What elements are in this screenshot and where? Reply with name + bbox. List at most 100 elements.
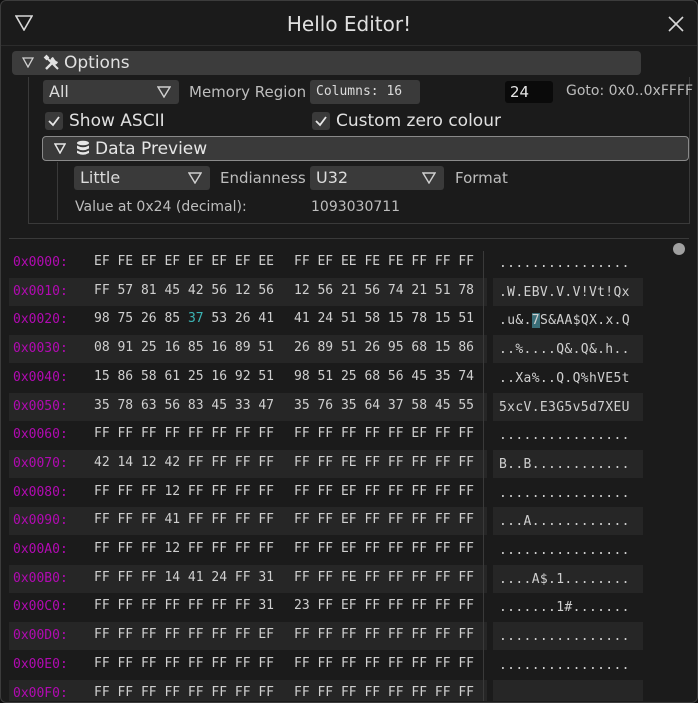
scrollbar[interactable] (669, 243, 689, 701)
chevron-down-icon (188, 172, 202, 184)
row-address: 0x0040: (13, 369, 68, 385)
row-address: 0x0050: (13, 398, 68, 414)
hex-row[interactable]: 0x0090: FF FF FF 41 FF FF FF FF FF FF EF F… (9, 507, 689, 536)
hex-bytes-right[interactable]: FF EF EE FE FE FF FF FF (294, 254, 474, 269)
ascii-text[interactable]: .W.EBV.V.V!Vt!Qx (499, 285, 630, 300)
custom-zero-colour-label[interactable]: Custom zero colour (336, 111, 501, 131)
hex-bytes-left[interactable]: 42 14 12 42 FF FF FF FF (94, 455, 274, 470)
row-address: 0x0000: (13, 255, 68, 270)
data-preview-header[interactable]: Data Preview (42, 136, 689, 161)
hex-bytes-left[interactable]: FF FF FF 12 FF FF FF FF (94, 484, 274, 499)
ascii-text[interactable]: B..B............ (499, 457, 630, 472)
row-address: 0x00F0: (13, 685, 68, 701)
ascii-text[interactable]: ....A$.1........ (499, 572, 630, 587)
columns-button[interactable]: Columns: 16 (310, 80, 420, 104)
hex-bytes-left[interactable]: FF FF FF FF FF FF FF FF (94, 656, 274, 671)
hex-bytes-left[interactable]: 15 86 58 61 25 16 92 51 (94, 369, 274, 384)
hex-row[interactable]: 0x00B0: FF FF FF 14 41 24 FF 31 FF FF FE F… (9, 564, 689, 593)
title-bar[interactable]: Hello Editor! (1, 1, 697, 46)
hex-row[interactable]: 0x0030: 08 91 25 16 85 16 89 51 26 89 51 2… (9, 335, 689, 364)
hex-row[interactable]: 0x00F0: FF FF FF FF FF FF FF FF FF FF FF F… (9, 679, 689, 701)
hex-bytes-left[interactable]: FF FF FF FF FF FF FF FF (94, 685, 274, 700)
ascii-text[interactable]: ...A............ (499, 514, 630, 529)
database-icon (77, 140, 89, 155)
hex-row[interactable]: 0x0010: FF 57 81 45 42 56 12 56 12 56 21 5… (9, 277, 689, 306)
expanded-arrow-icon (54, 143, 66, 154)
ascii-text[interactable]: ................ (499, 629, 630, 644)
selected-ascii-char[interactable]: 7 (531, 313, 540, 329)
ascii-text[interactable]: ................ (499, 256, 630, 271)
ascii-text[interactable]: .u&.7S&AA$QX.x.Q (499, 313, 630, 329)
hex-bytes-left[interactable]: FF FF FF 14 41 24 FF 31 (94, 570, 274, 585)
row-address: 0x00B0: (13, 570, 68, 586)
hex-bytes-left[interactable]: 35 78 63 56 83 45 33 47 (94, 398, 274, 413)
row-address: 0x00D0: (13, 628, 68, 644)
ascii-text[interactable]: 5xcV.E3G5v5d7XEU (499, 400, 630, 415)
hex-row[interactable]: 0x0000: EF FE EF EF EF EF EF EE FF EF EE F… (9, 249, 689, 277)
hex-row[interactable]: 0x0060: FF FF FF FF FF FF FF FF FF FF FF F… (9, 421, 689, 449)
options-label: Options (64, 53, 130, 73)
hex-bytes-right[interactable]: FF FF FF FF FF EF FF FF (294, 426, 474, 441)
hex-bytes-left[interactable]: FF FF FF 41 FF FF FF FF (94, 512, 274, 527)
goto-field[interactable]: 24 (505, 81, 553, 103)
format-value: U32 (316, 168, 349, 187)
row-address: 0x00E0: (13, 656, 68, 672)
row-address: 0x00A0: (13, 542, 68, 557)
row-stripe (493, 679, 643, 701)
hex-bytes-right[interactable]: 98 51 25 68 56 45 35 74 (294, 369, 474, 384)
hex-bytes-left[interactable]: FF FF FF FF FF FF FF EF (94, 627, 274, 642)
show-ascii-label[interactable]: Show ASCII (69, 111, 165, 131)
hex-bytes-right[interactable]: 26 89 51 26 95 68 15 86 (294, 340, 474, 355)
ascii-text[interactable]: ................ (499, 428, 630, 443)
hex-row[interactable]: 0x00C0: FF FF FF FF FF FF FF 31 23 FF EF F… (9, 593, 689, 621)
endianness-label: Endianness (220, 169, 306, 187)
show-ascii-checkbox[interactable] (45, 112, 63, 130)
endianness-select[interactable]: Little (74, 166, 210, 190)
selected-byte[interactable]: 37 (188, 311, 211, 326)
scrollbar-thumb[interactable] (673, 243, 685, 255)
hex-bytes-left[interactable]: EF FE EF EF EF EF EF EE (94, 254, 274, 269)
hex-bytes-right[interactable]: FF FF FF FF FF FF FF FF (294, 685, 474, 700)
hex-bytes-left[interactable]: FF 57 81 45 42 56 12 56 (94, 283, 274, 298)
hex-bytes-right[interactable]: 23 FF EF FF FF FF FF FF (294, 598, 474, 613)
hex-bytes-left[interactable]: FF FF FF FF FF FF FF FF (94, 426, 274, 441)
hex-row[interactable]: 0x00D0: FF FF FF FF FF FF FF EF FF FF FF F… (9, 622, 689, 651)
hex-bytes-left[interactable]: 98 75 26 85 37 53 26 41 (94, 311, 274, 326)
memory-region-select[interactable]: All (43, 80, 179, 104)
hex-bytes-right[interactable]: FF FF FE FF FF FF FF FF (294, 570, 474, 585)
hex-bytes-right[interactable]: FF FF EF FF FF FF FF FF (294, 484, 474, 499)
hex-row[interactable]: 0x0080: FF FF FF 12 FF FF FF FF FF FF EF F… (9, 479, 689, 507)
hex-bytes-right[interactable]: FF FF FF FF FF FF FF FF (294, 656, 474, 671)
hex-bytes-right[interactable]: FF FF EF FF FF FF FF FF (294, 541, 474, 556)
row-address: 0x0070: (13, 455, 68, 471)
ascii-text[interactable]: ..Xa%..Q.Q%hVE5t (499, 371, 630, 386)
hex-bytes-left[interactable]: FF FF FF FF FF FF FF 31 (94, 598, 274, 613)
format-select[interactable]: U32 (310, 166, 444, 190)
row-address: 0x0030: (13, 341, 68, 357)
hex-view[interactable]: 0x0000: EF FE EF EF EF EF EF EE FF EF EE F… (9, 241, 689, 701)
hex-bytes-right[interactable]: FF FF FE FF FF FF FF FF (294, 455, 474, 470)
hex-row[interactable]: 0x0040: 15 86 58 61 25 16 92 51 98 51 25 6… (9, 364, 689, 392)
hex-bytes-left[interactable]: FF FF FF 12 FF FF FF FF (94, 541, 274, 556)
close-icon[interactable] (667, 15, 685, 33)
hex-bytes-right[interactable]: FF FF FF FF FF FF FF FF (294, 627, 474, 642)
hex-row[interactable]: 0x00A0: FF FF FF 12 FF FF FF FF FF FF EF F… (9, 536, 689, 564)
options-header[interactable]: Options (12, 51, 641, 75)
hex-bytes-right[interactable]: 41 24 51 58 15 78 15 51 (294, 311, 474, 326)
hex-bytes-left[interactable]: 08 91 25 16 85 16 89 51 (94, 340, 274, 355)
hex-row[interactable]: 0x0050: 35 78 63 56 83 45 33 47 35 76 35 6… (9, 392, 689, 421)
ascii-text[interactable]: .......1#....... (499, 600, 630, 615)
ascii-text[interactable]: ..%....Q&.Q&.h.. (499, 342, 630, 357)
hex-bytes-right[interactable]: 35 76 35 64 37 58 45 55 (294, 398, 474, 413)
chevron-down-icon (157, 86, 171, 98)
ascii-text[interactable]: ................ (499, 543, 630, 558)
hex-bytes-right[interactable]: FF FF EF FF FF FF FF FF (294, 512, 474, 527)
hex-bytes-right[interactable]: 12 56 21 56 74 21 51 78 (294, 283, 474, 298)
hex-ascii-separator (483, 251, 484, 701)
custom-zero-colour-checkbox[interactable] (312, 112, 330, 130)
hex-row[interactable]: 0x0020: 98 75 26 85 37 53 26 41 41 24 51 5… (9, 306, 689, 334)
hex-row[interactable]: 0x0070: 42 14 12 42 FF FF FF FF FF FF FE F… (9, 449, 689, 478)
ascii-text[interactable]: ................ (499, 658, 630, 673)
ascii-text[interactable]: ................ (499, 486, 630, 501)
hex-row[interactable]: 0x00E0: FF FF FF FF FF FF FF FF FF FF FF F… (9, 651, 689, 679)
